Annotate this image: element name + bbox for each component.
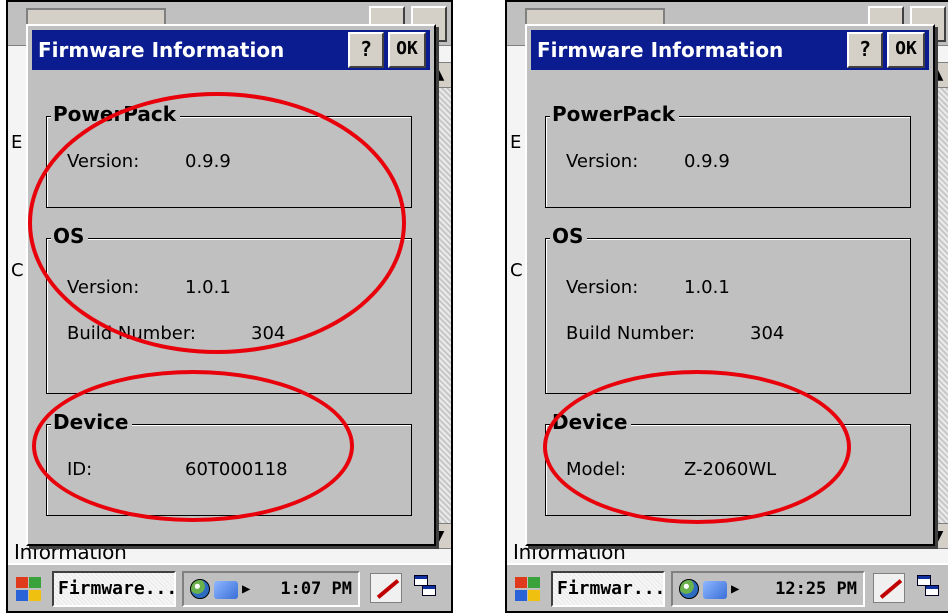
ok-button[interactable]: OK (887, 32, 925, 68)
device-model-value: Z-2060WL (684, 459, 777, 480)
device-model-row: Model: Z-2060WL (566, 459, 776, 480)
os-build-row: Build Number: 304 (566, 323, 784, 344)
background-side-letter: C (510, 260, 523, 281)
os-build-value: 304 (750, 323, 785, 344)
powerpack-version-value: 0.9.9 (684, 151, 730, 172)
os-version-label: Version: (67, 277, 140, 298)
background-side-letter: E (510, 132, 522, 153)
clock[interactable]: 1:07 PM (280, 573, 352, 605)
powerpack-version-row: Version: 0.9.9 (566, 151, 730, 172)
firmware-information-dialog: Firmware Information ? OK PowerPack Vers… (525, 24, 935, 546)
device-id-row: ID: 60T000118 (67, 459, 288, 480)
background-side-letter: E (11, 132, 23, 153)
os-version-value: 1.0.1 (684, 277, 730, 298)
device-group: Device Model: Z-2060WL (545, 410, 911, 516)
os-build-value: 304 (251, 323, 286, 344)
tray-arrow-icon[interactable]: ▶ (242, 573, 250, 605)
os-group: OS Version: 1.0.1 Build Number: 304 (46, 224, 412, 394)
device-heading: Device (550, 410, 632, 434)
device-screen-right: E C ▲ ▼ Information Firmware Information… (505, 0, 948, 613)
dialog-title-text: Firmware Information (38, 38, 285, 62)
os-version-value: 1.0.1 (185, 277, 231, 298)
dialog-title: Firmware Information ? OK (32, 30, 430, 70)
os-heading: OS (51, 224, 89, 248)
globe-icon[interactable] (679, 579, 699, 599)
windows-switch-icon[interactable] (917, 575, 943, 601)
system-tray: ▶ 1:07 PM (182, 571, 360, 607)
input-panel-icon[interactable] (873, 573, 905, 603)
device-model-label: Model: (566, 459, 627, 480)
firmware-information-dialog: Firmware Information ? OK PowerPack Vers… (26, 24, 436, 546)
taskbar-firmware-button[interactable]: Firmware... (52, 571, 177, 607)
windows-start-icon[interactable] (14, 575, 44, 603)
dialog-title: Firmware Information ? OK (531, 30, 929, 70)
device-screen-left: E C ▲ ▼ Information Firmware Information… (6, 0, 453, 613)
taskbar: Firmware... ▶ 1:07 PM (8, 563, 451, 611)
powerpack-version-row: Version: 0.9.9 (67, 151, 231, 172)
taskbar: Firmwar... ▶ 12:25 PM (507, 563, 948, 611)
powerpack-heading: PowerPack (550, 102, 680, 126)
globe-icon[interactable] (190, 579, 210, 599)
os-version-row: Version: 1.0.1 (67, 277, 231, 298)
powerpack-version-label: Version: (67, 151, 140, 172)
device-id-value: 60T000118 (185, 459, 288, 480)
powerpack-version-label: Version: (566, 151, 639, 172)
powerpack-version-value: 0.9.9 (185, 151, 231, 172)
network-icon[interactable] (214, 581, 238, 599)
tray-arrow-icon[interactable]: ▶ (731, 573, 739, 605)
system-tray: ▶ 12:25 PM (671, 571, 865, 607)
network-icon[interactable] (703, 581, 727, 599)
background-side-letter: C (11, 260, 24, 281)
windows-start-icon[interactable] (513, 575, 543, 603)
os-build-label: Build Number: (67, 323, 196, 344)
taskbar-firmware-button[interactable]: Firmwar... (551, 571, 665, 607)
powerpack-group: PowerPack Version: 0.9.9 (46, 102, 412, 208)
os-heading: OS (550, 224, 588, 248)
os-group: OS Version: 1.0.1 Build Number: 304 (545, 224, 911, 394)
os-build-label: Build Number: (566, 323, 695, 344)
device-group: Device ID: 60T000118 (46, 410, 412, 516)
dialog-title-text: Firmware Information (537, 38, 784, 62)
ok-button[interactable]: OK (388, 32, 426, 68)
help-button[interactable]: ? (348, 32, 384, 68)
input-panel-icon[interactable] (370, 573, 402, 603)
help-button[interactable]: ? (847, 32, 883, 68)
powerpack-group: PowerPack Version: 0.9.9 (545, 102, 911, 208)
device-heading: Device (51, 410, 133, 434)
powerpack-heading: PowerPack (51, 102, 181, 126)
os-version-row: Version: 1.0.1 (566, 277, 730, 298)
os-build-row: Build Number: 304 (67, 323, 285, 344)
device-id-label: ID: (67, 459, 93, 480)
windows-switch-icon[interactable] (414, 575, 440, 601)
os-version-label: Version: (566, 277, 639, 298)
clock[interactable]: 12:25 PM (775, 573, 857, 605)
